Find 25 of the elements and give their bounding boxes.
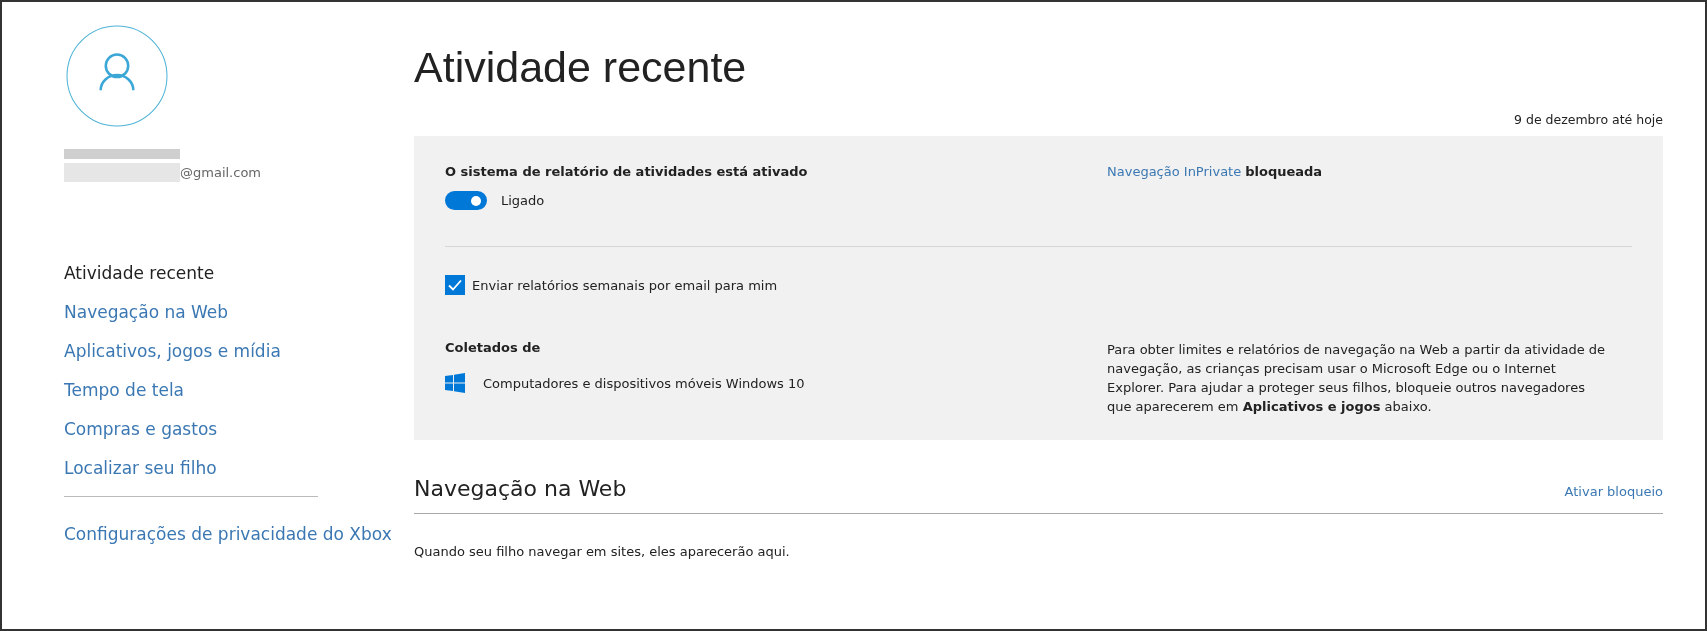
date-range: 9 de dezembro até hoje [1514,112,1663,127]
section-title: Navegação na Web [414,476,627,501]
avatar-icon [66,25,168,127]
device-label: Computadores e dispositivos móveis Windows 10 [483,375,805,391]
toggle-label: Ligado [501,193,545,208]
page-title: Atividade recente [414,43,748,92]
enable-block-link[interactable]: Ativar bloqueio [1564,484,1663,499]
sidebar-item[interactable]: Navegação na Web [64,293,414,332]
sidebar-item[interactable]: Tempo de tela [64,371,414,410]
account-email: @gmail.com [180,165,261,180]
xbox-privacy-link[interactable]: Configurações de privacidade do Xbox [64,515,414,554]
info-paragraph: Para obter limites e relatórios de navegação na Web a partir da atividade de navegação, as crianças precisam usar o Microsoft Edge ou o Internet Explorer. Para ajudar a proteger seus filhos, bloqueie outros navegadores que aparecerem em Aplicativos e jogos abaixo. [1107,341,1607,416]
inprivate-link[interactable]: Navegação InPrivate [1107,164,1242,179]
empty-message: Quando seu filho navegar em sites, eles aparecerão aqui. [414,544,791,559]
checkbox[interactable] [445,275,465,295]
toggle-switch[interactable] [445,191,487,210]
windows-logo-icon [445,373,465,393]
checkbox-label: Enviar relatórios semanais por email para mim [472,277,778,293]
sidebar-item[interactable]: Atividade recente [64,254,414,293]
collected-heading: Coletados de [445,340,542,355]
sidebar-item[interactable]: Compras e gastos [64,410,414,449]
inprivate-status: bloqueada [1245,164,1323,179]
sidebar-item[interactable]: Aplicativos, jogos e mídia [64,332,414,371]
reporting-heading: O sistema de relatório de atividades está ativado [445,164,809,179]
sidebar-item[interactable]: Localizar seu filho [64,449,414,488]
